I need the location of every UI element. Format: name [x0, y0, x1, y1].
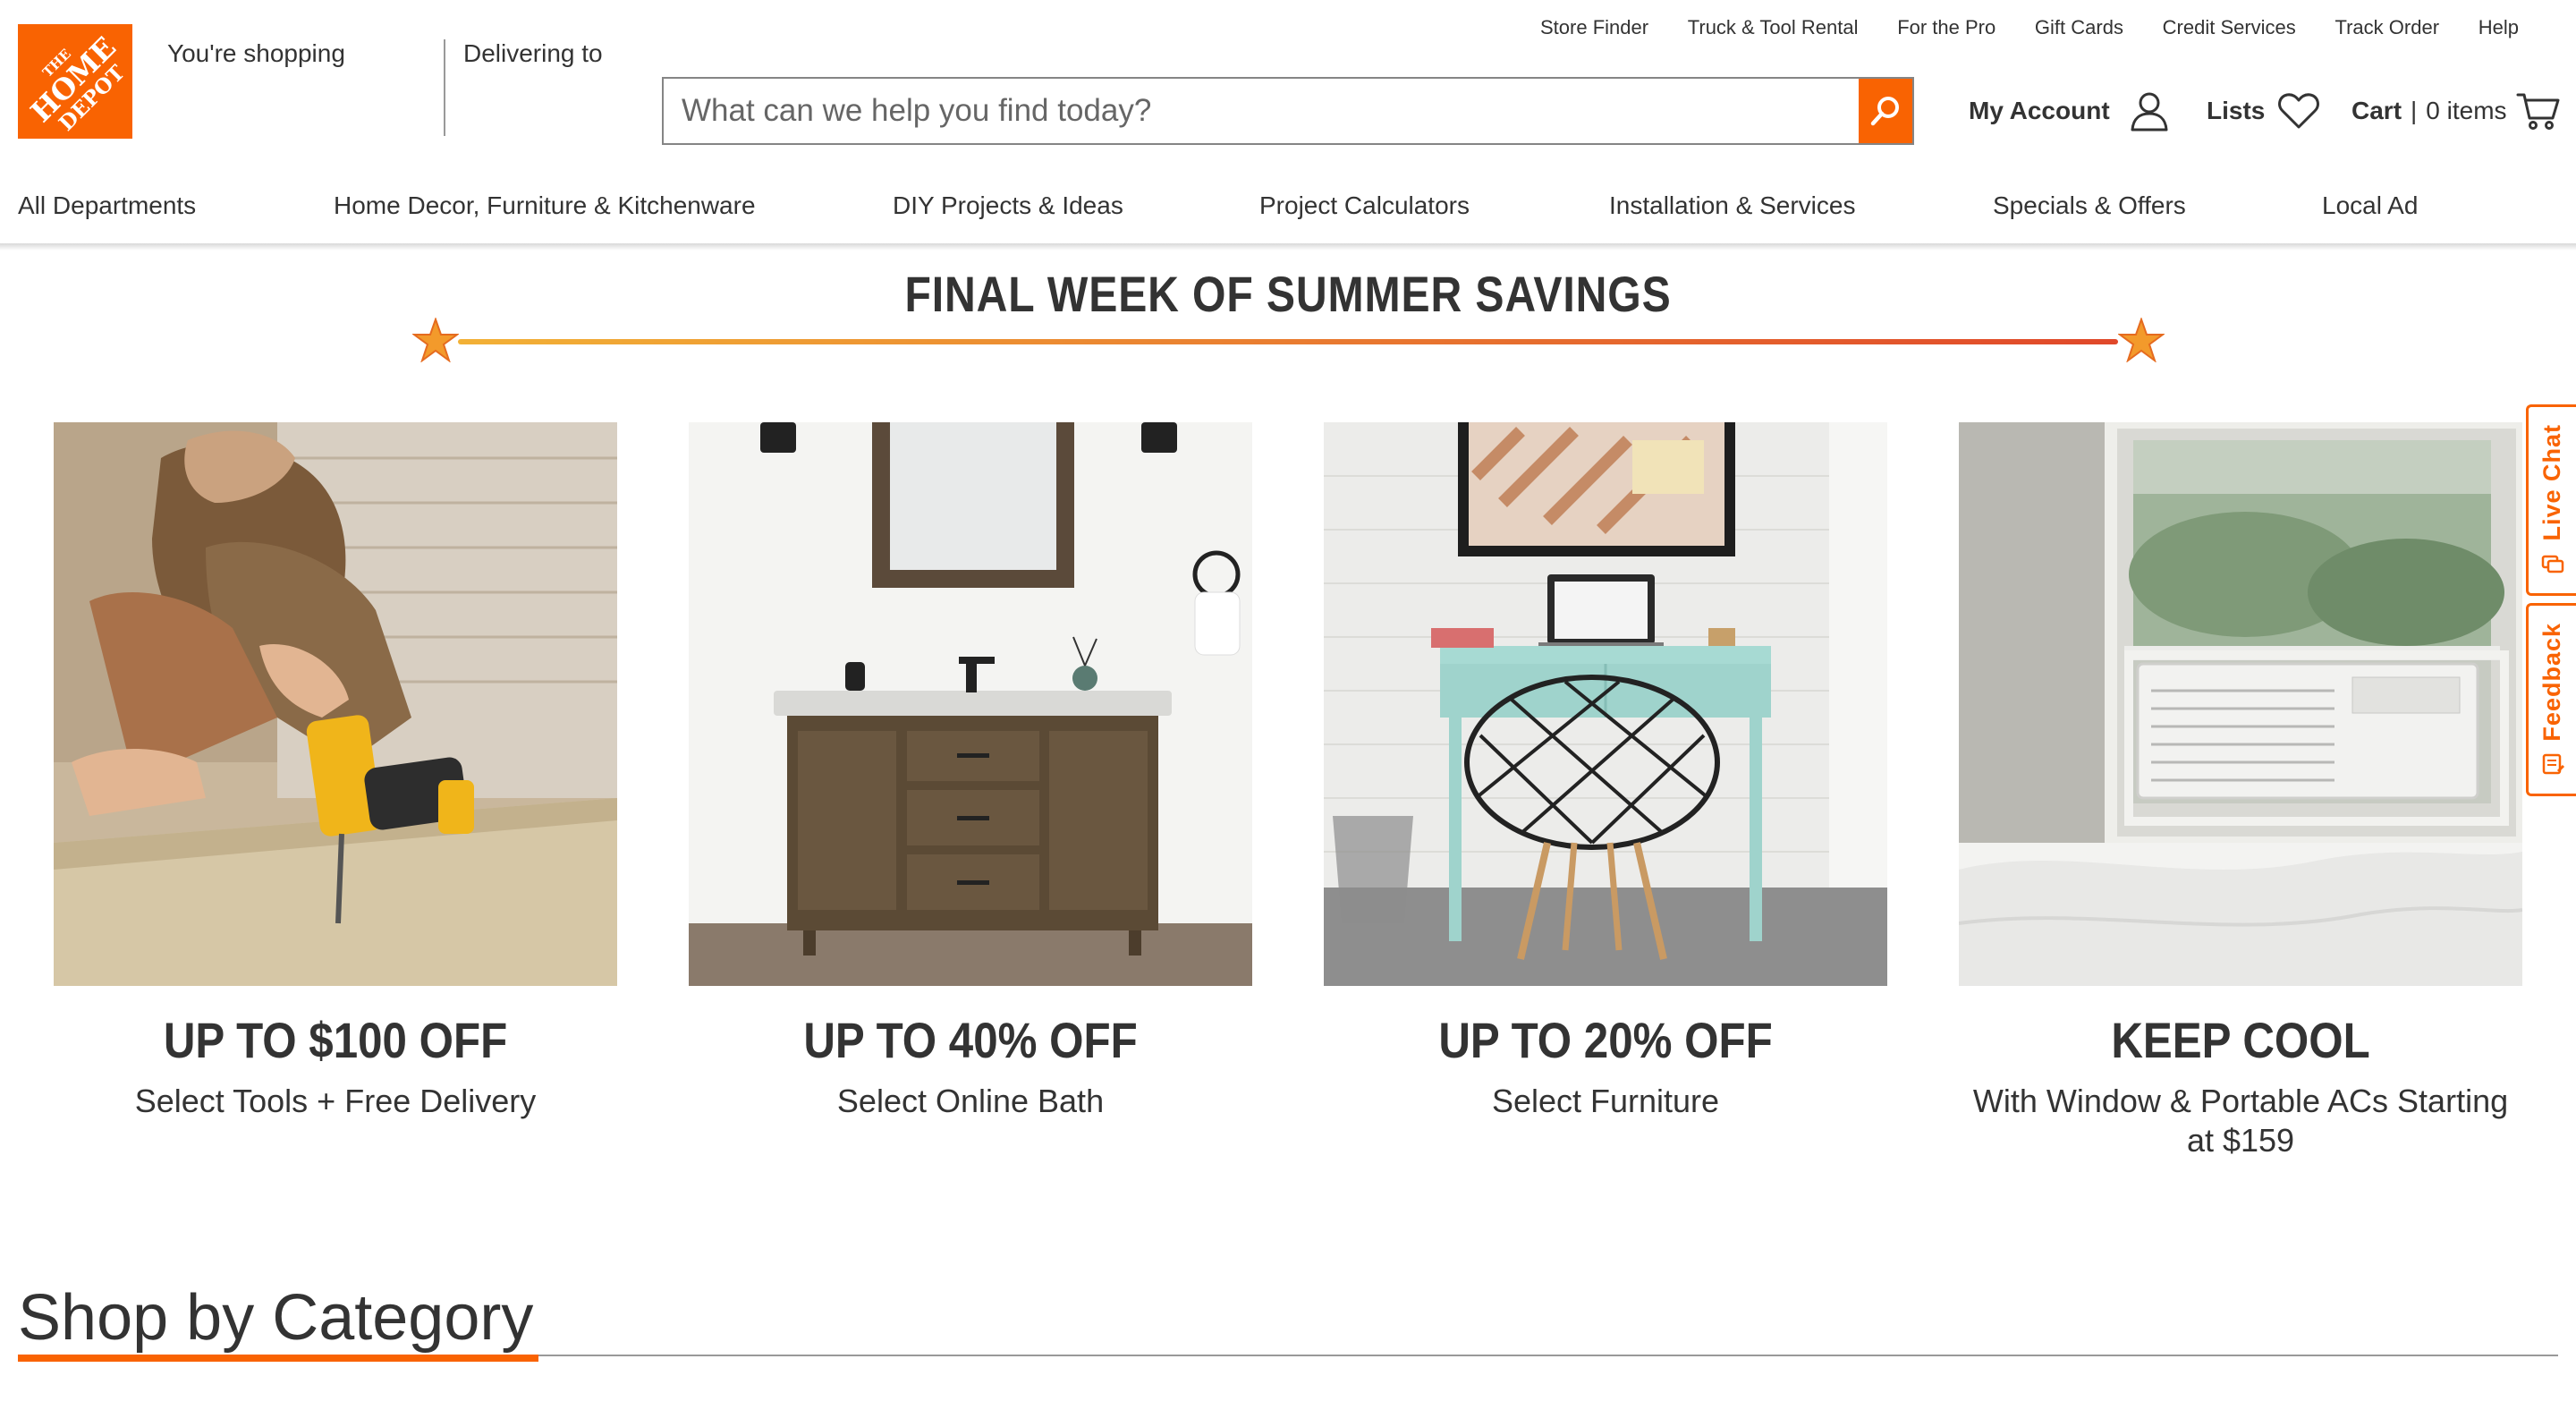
home-depot-logo-mark: THE HOME DEPOT: [18, 24, 132, 139]
utility-link-truck-tool-rental[interactable]: Truck & Tool Rental: [1688, 16, 1859, 43]
promo-subtitle: With Window & Portable ACs Starting at $…: [1972, 1083, 2509, 1159]
promo-subtitle: Select Furniture: [1491, 1083, 1720, 1119]
utility-nav: Store Finder Truck & Tool Rental For the…: [1540, 16, 2519, 43]
nav-specials-offers[interactable]: Specials & Offers: [1993, 191, 2186, 220]
promo-card-bath[interactable]: UP TO 40% OFF Select Online Bath: [689, 422, 1252, 1121]
promo-cards: UP TO $100 OFF Select Tools + Free Deliv…: [54, 422, 2524, 1183]
promo-title: UP TO $100 OFF: [163, 1012, 508, 1068]
feedback-tab[interactable]: Feedback: [2526, 603, 2576, 796]
promo-image-man-using-drill[interactable]: [54, 422, 617, 986]
nav-home-decor[interactable]: Home Decor, Furniture & Kitchenware: [334, 191, 756, 220]
heart-icon: [2278, 93, 2320, 129]
utility-link-gift-cards[interactable]: Gift Cards: [2035, 16, 2123, 43]
section-accent-bar: [18, 1355, 538, 1362]
shopping-store-label[interactable]: You're shopping: [167, 39, 345, 68]
promo-card-tools[interactable]: UP TO $100 OFF Select Tools + Free Deliv…: [54, 422, 617, 1121]
promo-title: KEEP COOL: [2111, 1012, 2370, 1068]
main-nav: All Departments Home Decor, Furniture & …: [18, 191, 2576, 222]
home-depot-logo[interactable]: THE HOME DEPOT: [18, 24, 132, 139]
nav-diy-projects[interactable]: DIY Projects & Ideas: [893, 191, 1123, 220]
promo-card-air-conditioners[interactable]: KEEP COOL With Window & Portable ACs Sta…: [1959, 422, 2522, 1160]
cart-icon: [2516, 93, 2560, 130]
promo-image-window-air-conditioner[interactable]: [1959, 422, 2522, 986]
utility-link-for-the-pro[interactable]: For the Pro: [1897, 16, 1996, 43]
feedback-icon: [2542, 754, 2564, 775]
utility-link-credit-services[interactable]: Credit Services: [2163, 16, 2296, 43]
user-icon: [2131, 92, 2168, 132]
search-input[interactable]: [664, 79, 1859, 143]
promo-image-desk-and-chair[interactable]: [1324, 422, 1887, 986]
shop-by-category-heading: Shop by Category: [18, 1282, 534, 1354]
promo-subtitle: Select Tools + Free Delivery: [134, 1083, 537, 1119]
cart-separator: |: [2411, 97, 2418, 124]
chat-icon: [2541, 556, 2563, 573]
location-divider: [444, 39, 445, 136]
nav-installation-services[interactable]: Installation & Services: [1609, 191, 1855, 220]
cart-button[interactable]: Cart | 0 items: [2351, 89, 2561, 132]
delivering-to-label[interactable]: Delivering to: [463, 39, 603, 68]
my-account-button[interactable]: My Account: [1969, 89, 2169, 132]
promo-title: UP TO 40% OFF: [803, 1012, 1138, 1068]
my-account-label: My Account: [1969, 97, 2110, 124]
lists-button[interactable]: Lists: [2207, 89, 2320, 132]
promo-subtitle: Select Online Bath: [836, 1083, 1105, 1119]
utility-link-track-order[interactable]: Track Order: [2334, 16, 2439, 43]
nav-project-calculators[interactable]: Project Calculators: [1259, 191, 1470, 220]
banner-title: FINAL WEEK OF SUMMER SAVINGS: [904, 266, 1672, 322]
live-chat-tab[interactable]: Live Chat: [2526, 404, 2576, 596]
header-shadow: [0, 243, 2576, 251]
live-chat-label: Live Chat: [2538, 423, 2565, 541]
star-icon: [2118, 318, 2165, 362]
search-icon: [1870, 97, 1899, 126]
feedback-label: Feedback: [2538, 622, 2565, 742]
promo-image-bathroom-vanity[interactable]: [689, 422, 1252, 986]
nav-all-departments[interactable]: All Departments: [18, 191, 196, 220]
star-icon: [412, 318, 459, 362]
promo-card-furniture[interactable]: UP TO 20% OFF Select Furniture: [1324, 422, 1887, 1121]
utility-link-help[interactable]: Help: [2479, 16, 2519, 43]
banner-divider: [458, 339, 2118, 344]
cart-item-count: 0 items: [2426, 97, 2507, 124]
nav-local-ad[interactable]: Local Ad: [2322, 191, 2418, 220]
cart-label: Cart: [2351, 97, 2402, 124]
promo-title: UP TO 20% OFF: [1438, 1012, 1773, 1068]
search-button[interactable]: [1859, 79, 1912, 143]
lists-label: Lists: [2207, 97, 2266, 124]
search-bar: [662, 77, 1914, 145]
utility-link-store-finder[interactable]: Store Finder: [1540, 16, 1648, 43]
